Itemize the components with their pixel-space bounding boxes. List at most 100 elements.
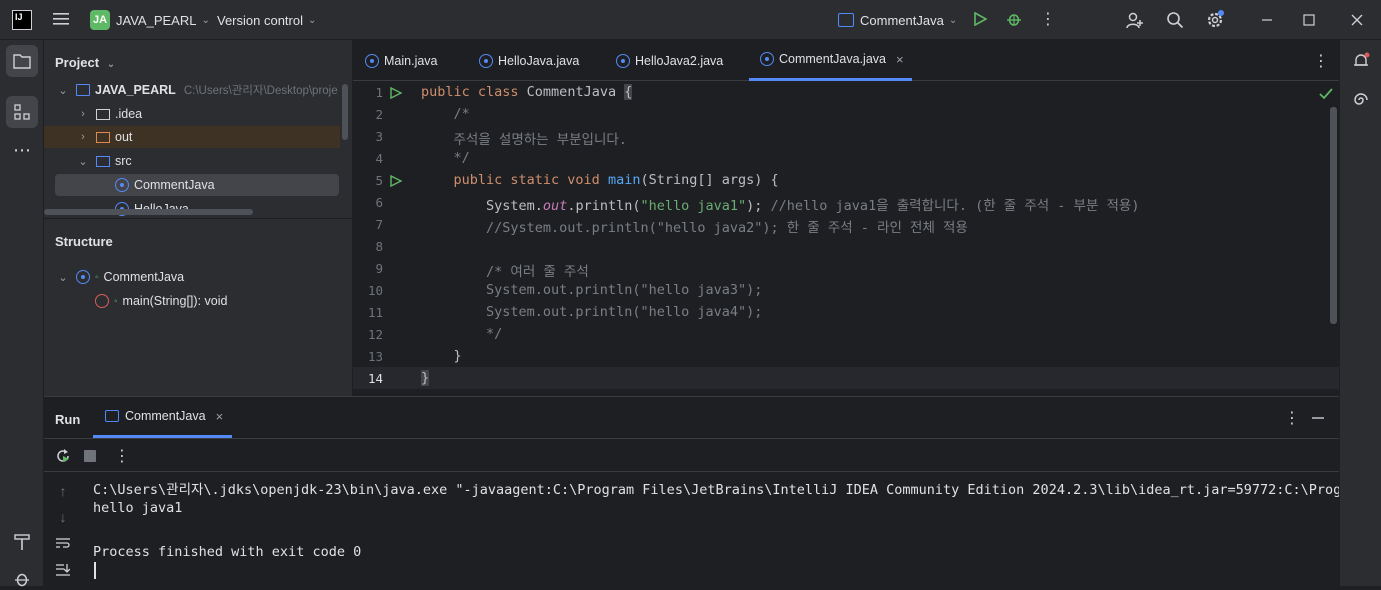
console-line: hello java1 — [93, 500, 183, 516]
rerun-icon[interactable] — [53, 446, 73, 466]
tree-root-java-pearl[interactable]: ⌄ JAVA_PEARL C:\Users\관리자\Desktop\proje — [56, 79, 352, 101]
notifications-bell-icon[interactable] — [1349, 49, 1373, 73]
run-config-selector[interactable]: CommentJava ⌄ — [838, 9, 957, 31]
stop-icon[interactable] — [80, 446, 100, 466]
tab-main-java[interactable]: Main.java — [365, 40, 438, 81]
run-panel: Run CommentJava × ⋮ ⋮ ↑ ↓ C:\Users\관리자\.… — [44, 396, 1339, 586]
root-path: C:\Users\관리자\Desktop\proje — [183, 85, 338, 97]
project-badge: JA — [90, 10, 110, 30]
project-selector[interactable]: JA JAVA_PEARL ⌄ — [90, 9, 210, 31]
console-output[interactable]: C:\Users\관리자\.jdks\openjdk-23\bin\java.e… — [93, 473, 1339, 587]
code-method-name: main — [607, 172, 641, 188]
scroll-down-arrow-icon[interactable]: ↓ — [53, 507, 73, 527]
vcs-menu[interactable]: Version control ⌄ — [217, 9, 316, 31]
settings-gear-icon[interactable] — [1204, 9, 1226, 31]
intellij-logo-icon[interactable]: IJ — [12, 10, 32, 30]
excluded-folder-icon — [96, 131, 110, 143]
structure-method-row[interactable]: ◦ main(String[]): void — [95, 290, 227, 312]
more-run-actions-icon[interactable]: ⋮ — [112, 446, 132, 466]
code-line-7: //System.out.println("hello java2"); 한 줄… — [421, 220, 968, 236]
run-icon[interactable] — [970, 9, 990, 29]
scroll-to-end-icon[interactable] — [53, 559, 73, 579]
structure-panel-title: Structure — [55, 234, 113, 249]
code-line-5: public static void main(String[] args) { — [421, 172, 779, 188]
run-tab-commentjava[interactable]: CommentJava × — [93, 397, 232, 438]
project-tool-folder-icon[interactable] — [6, 45, 38, 77]
text-cursor — [94, 562, 96, 579]
chevron-right-icon: › — [81, 131, 85, 143]
code-line-12: */ — [421, 326, 503, 342]
editor-vertical-scrollbar[interactable] — [1330, 107, 1337, 324]
code-text: .println( — [567, 198, 641, 214]
tree-item-out[interactable]: › out — [44, 126, 340, 148]
java-class-icon — [760, 52, 774, 66]
soft-wrap-icon[interactable] — [53, 533, 73, 553]
tree-item-commentjava[interactable]: CommentJava — [55, 174, 339, 196]
chevron-down-icon: ⌄ — [308, 14, 317, 26]
build-hammer-icon[interactable] — [10, 530, 34, 554]
add-user-icon[interactable] — [1124, 9, 1146, 31]
tab-label: HelloJava2.java — [635, 53, 724, 68]
code-line-1: public class CommentJava { — [421, 84, 633, 100]
debug-bug-icon[interactable] — [10, 566, 34, 590]
tab-hellojava-java[interactable]: HelloJava.java — [479, 40, 579, 81]
structure-panel: Structure ⌄ ◦ CommentJava ◦ main(String[… — [44, 218, 352, 396]
structure-tool-icon[interactable] — [6, 96, 38, 128]
code-keyword: public static void — [421, 172, 608, 188]
close-icon[interactable] — [1346, 9, 1368, 31]
main-menu-icon[interactable] — [50, 8, 72, 30]
root-name: JAVA_PEARL — [95, 83, 176, 97]
tree-item-src[interactable]: ⌄ src — [76, 150, 131, 172]
title-bar: IJ JA JAVA_PEARL ⌄ Version control ⌄ Com… — [0, 0, 1381, 40]
run-panel-title: Run — [55, 412, 81, 427]
hide-panel-icon[interactable] — [1308, 408, 1328, 428]
ai-assistant-spiral-icon[interactable] — [1349, 88, 1373, 112]
code-line-9: /* 여러 줄 주석 — [421, 264, 589, 280]
scroll-up-arrow-icon[interactable]: ↑ — [53, 481, 73, 501]
debug-icon[interactable] — [1004, 9, 1024, 29]
maximize-icon[interactable] — [1298, 9, 1320, 31]
more-tools-icon[interactable]: ⋯ — [6, 138, 38, 162]
java-class-icon — [115, 178, 129, 192]
tab-commentjava-java[interactable]: CommentJava.java × — [749, 40, 912, 81]
search-icon[interactable] — [1164, 9, 1186, 31]
no-problems-check-icon[interactable] — [1317, 85, 1335, 103]
tab-label: Main.java — [384, 53, 438, 68]
run-options-icon[interactable]: ⋮ — [1282, 408, 1302, 428]
project-panel-title-label: Project — [55, 55, 100, 70]
close-tab-icon[interactable]: × — [896, 52, 904, 67]
tab-options-icon[interactable]: ⋮ — [1311, 51, 1331, 71]
code-line-11: System.out.println("hello java4"); — [421, 304, 763, 320]
code-comment: //hello java1을 출력합니다. (한 줄 주석 - 부분 적용) — [770, 198, 1140, 214]
code-text: System. — [421, 198, 543, 214]
vertical-scrollbar[interactable] — [342, 84, 348, 140]
code-line-2: /* — [421, 106, 470, 122]
more-actions-icon[interactable]: ⋮ — [1038, 9, 1058, 29]
vcs-label: Version control — [217, 12, 303, 28]
close-tab-icon[interactable]: × — [216, 409, 224, 424]
code-class-name: CommentJava — [518, 84, 625, 100]
minimize-icon[interactable] — [1256, 9, 1278, 31]
tab-label: HelloJava.java — [498, 53, 580, 68]
source-folder-icon — [96, 155, 110, 167]
project-panel-title[interactable]: Project ⌄ — [55, 55, 115, 70]
code-brace: { — [624, 84, 633, 100]
java-class-icon — [616, 53, 630, 68]
code-string: "hello java1" — [640, 198, 747, 214]
run-toolbar: ⋮ — [44, 438, 1339, 472]
notification-dot — [1218, 10, 1224, 16]
structure-class-row[interactable]: ⌄ ◦ CommentJava — [56, 266, 184, 288]
project-name: JAVA_PEARL — [116, 12, 197, 28]
code-line-6: System.out.println("hello java1"); //hel… — [421, 194, 1139, 214]
chevron-down-icon: ⌄ — [58, 84, 68, 97]
horizontal-scrollbar[interactable] — [44, 209, 253, 215]
code-area[interactable]: public class CommentJava { /* 주석을 설명하는 부… — [353, 81, 1340, 396]
code-line-13: } — [421, 348, 462, 364]
tab-hellojava2-java[interactable]: HelloJava2.java — [616, 40, 723, 81]
java-class-icon — [76, 270, 90, 284]
run-panel-header: Run CommentJava × ⋮ — [44, 397, 1339, 438]
console-side-toolbar: ↑ ↓ — [44, 473, 84, 587]
run-config-icon — [105, 410, 119, 422]
tree-item-idea[interactable]: › .idea — [76, 103, 142, 125]
run-config-icon — [838, 13, 854, 27]
